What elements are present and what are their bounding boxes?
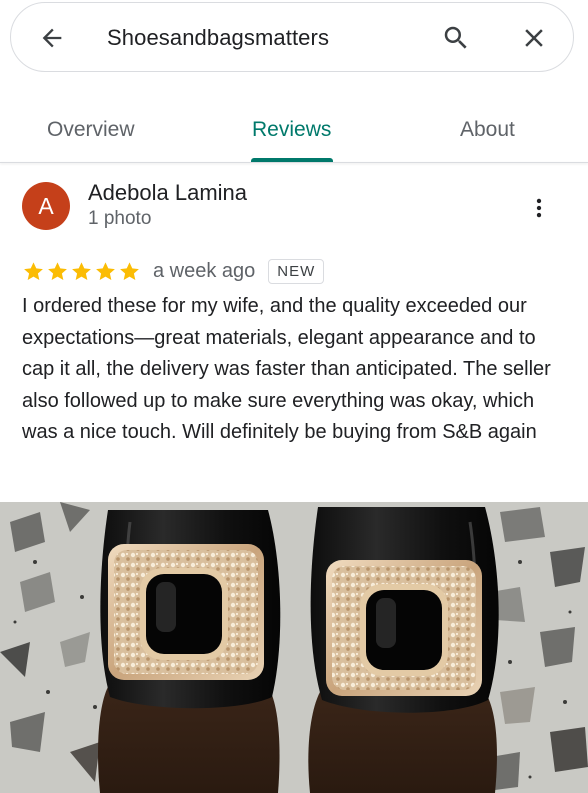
tab-about[interactable]: About	[460, 118, 515, 142]
more-vert-icon	[536, 198, 542, 218]
star-icon	[48, 261, 67, 280]
tab-bar: Overview Reviews About	[0, 96, 588, 162]
back-button[interactable]	[35, 21, 69, 55]
tab-overview[interactable]: Overview	[47, 118, 135, 142]
review-text: I ordered these for my wife, and the qua…	[22, 295, 551, 443]
star-icon	[24, 261, 43, 280]
new-badge: NEW	[268, 258, 325, 284]
star-icon	[96, 261, 115, 280]
search-query-text[interactable]: Shoesandbagsmatters	[107, 25, 329, 51]
tabs-divider	[0, 162, 588, 163]
star-rating	[22, 260, 141, 283]
maps-review-screen: Shoesandbagsmatters Overview Reviews Abo…	[0, 0, 588, 793]
tab-reviews[interactable]: Reviews	[252, 118, 331, 142]
review-date: a week ago	[153, 259, 256, 282]
more-options-button[interactable]	[524, 192, 554, 224]
rating-row: a week ago NEW	[22, 256, 325, 286]
reviewer-photo-count: 1 photo	[88, 208, 152, 229]
reviewer-name[interactable]: Adebola Lamina	[88, 180, 247, 206]
avatar[interactable]: A	[22, 182, 70, 230]
star-icon	[120, 261, 139, 280]
review-photo[interactable]	[0, 502, 588, 793]
star-icon	[72, 261, 91, 280]
close-icon	[525, 29, 543, 47]
search-bar[interactable]: Shoesandbagsmatters	[10, 2, 574, 72]
arrow-left-icon	[42, 28, 62, 48]
search-button[interactable]	[439, 21, 473, 55]
search-icon	[444, 26, 467, 49]
clear-search-button[interactable]	[517, 21, 551, 55]
